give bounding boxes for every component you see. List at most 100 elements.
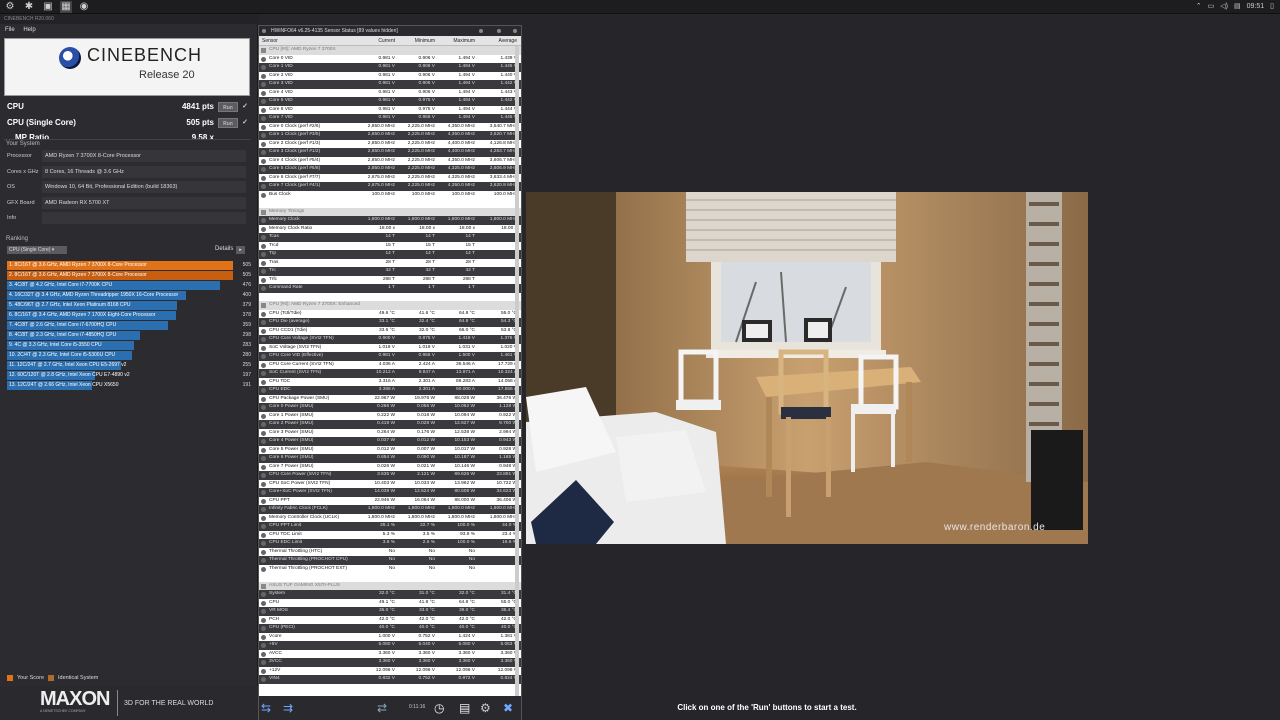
sensor-row[interactable]: Memory Clock Ratio 18.00 x 18.00 x 18.00 x 1… <box>259 225 521 234</box>
sensor-row[interactable]: CPU TDC 3.316 A 2.301 A 86.283 A 14.058 A <box>259 378 521 387</box>
cpu-single-run-button[interactable]: Run <box>218 118 238 128</box>
ranking-row[interactable]: 3. 4C/8T @ 4.2 GHz, Intel Core i7-7700K … <box>7 281 251 290</box>
sensor-row[interactable] <box>259 573 521 582</box>
clock[interactable]: 09:51 <box>1247 1 1265 13</box>
sensor-row[interactable]: CPU Core Current (SVI2 TFN) 4.036 A 2.424 … <box>259 361 521 370</box>
sensor-row[interactable]: Core 2 Power (SMU) 0.419 W 0.028 W 12.627 W… <box>259 420 521 429</box>
sensor-group-header[interactable]: CPU [#0]: AMD Ryzen 7 3700X: Enhanced <box>259 301 521 310</box>
network-reset-icon[interactable]: ⇄ <box>377 701 387 715</box>
sensor-row[interactable]: Core 6 Power (SMU) 0.654 W 0.090 W 10.187 W… <box>259 454 521 463</box>
sensor-row[interactable]: Core 1 Clock (perf #3/5) 2,850.0 MHz 2,225… <box>259 131 521 140</box>
sensor-row[interactable]: Core 5 Clock (perf #6/8) 2,850.0 MHz 2,225… <box>259 165 521 174</box>
scrollbar[interactable] <box>515 46 519 704</box>
sensor-row[interactable]: Thermal Throttling (HTC) No No No <box>259 548 521 557</box>
clock-icon[interactable]: ◷ <box>434 701 444 715</box>
sensor-row[interactable]: CPU Die (average) 33.1 °C 32.4 °C 64.8 °C 54… <box>259 318 521 327</box>
volume-icon[interactable]: ◁) <box>1220 1 1228 13</box>
sensor-row[interactable]: Core 1 Power (SMU) 0.222 W 0.018 W 10.094 W… <box>259 412 521 421</box>
sensor-row[interactable]: Memory Clock 1,800.0 MHz 1,800.0 MHz 1,800.… <box>259 216 521 225</box>
sensor-row[interactable]: Core 0 Power (SMU) 0.266 W 0.056 W 10.062 W… <box>259 403 521 412</box>
sensor-row[interactable]: CPU 49.1 °C 41.8 °C 64.8 °C 55.0 °C <box>259 599 521 608</box>
sensor-row[interactable]: CPU PPT Limit 26.1 % 22.7 % 100.0 % 44.0 % <box>259 522 521 531</box>
sensor-row[interactable]: Core 3 Power (SMU) 0.264 W 0.176 W 12.538 W… <box>259 429 521 438</box>
col-minimum[interactable]: Minimum <box>399 36 435 46</box>
sensor-row[interactable]: Memory Controller Clock (UCLK) 1,800.0 MH… <box>259 514 521 523</box>
arrow-left-right-icon[interactable]: ⇆ <box>261 701 271 715</box>
sensor-row[interactable]: Core 3 Clock (perf #1/2) 2,850.0 MHz 2,225… <box>259 148 521 157</box>
sensor-row[interactable]: SoC Current (SVI2 TFN) 10.212 A 9.847 A 13.… <box>259 369 521 378</box>
sensor-row[interactable]: Tcas 14 T 14 T 14 T <box>259 233 521 242</box>
hwinfo-task-icon[interactable]: ◉ <box>78 1 90 13</box>
keyboard-icon[interactable]: ▤ <box>1234 1 1241 13</box>
sensor-group-header[interactable]: ASUS TUF GAMING X570-PLUS <box>259 581 521 590</box>
sensor-row[interactable]: Core 1 VID 0.981 V 0.906 V 1.494 V 1.445 V <box>259 63 521 72</box>
sensor-row[interactable]: PCH 42.0 °C 42.0 °C 42.0 °C 42.0 °C <box>259 616 521 625</box>
sensor-row[interactable]: Core 6 VID 0.981 V 0.975 V 1.494 V 1.444 V <box>259 106 521 115</box>
details-label[interactable]: Details <box>215 246 233 252</box>
col-current[interactable]: Current <box>357 36 395 46</box>
sensor-row[interactable]: Core 0 VID 0.981 V 0.906 V 1.494 V 1.439 V <box>259 55 521 64</box>
sensor-row[interactable]: Core 6 Clock (perf #7/7) 2,675.0 MHz 2,225… <box>259 174 521 183</box>
col-sensor[interactable]: Sensor <box>262 36 278 46</box>
notification-icon[interactable]: ▯ <box>1270 1 1274 13</box>
sensor-row[interactable]: CPU Core VID (Effective) 0.981 V 0.956 V 1.… <box>259 352 521 361</box>
maximize-icon[interactable] <box>497 29 501 33</box>
sensor-row[interactable]: SoC Voltage (SVI2 TFN) 1.019 V 1.019 V 1.03… <box>259 344 521 353</box>
sensor-row[interactable]: 3VCC 3.360 V 3.360 V 3.360 V 3.360 V <box>259 658 521 667</box>
sensor-row[interactable]: Core 7 VID 0.981 V 0.956 V 1.494 V 1.445 V <box>259 114 521 123</box>
sensor-row[interactable]: Tras 28 T 28 T 28 T <box>259 259 521 268</box>
sensor-row[interactable]: Bus Clock 100.0 MHz 100.0 MHz 100.0 MHz 100.… <box>259 191 521 200</box>
sensor-row[interactable]: Core 4 Power (SMU) 0.037 W 0.012 W 10.153 W… <box>259 437 521 446</box>
col-average[interactable]: Average <box>479 36 517 46</box>
details-icon[interactable]: ▸ <box>236 246 245 254</box>
ranking-row[interactable]: 8. 4C/8T @ 2.3 GHz, Intel Core i7-4850HQ… <box>7 331 251 340</box>
sensor-row[interactable]: Core 4 Clock (perf #5/4) 2,850.0 MHz 2,225… <box>259 157 521 166</box>
sensor-row[interactable]: CPU PPT 22.946 W 16.084 W 88.000 W 36.406 W <box>259 497 521 506</box>
ranking-row[interactable]: 5. 48C/96T @ 2.7 GHz, Intel Xeon Platinu… <box>7 301 251 310</box>
ranking-row[interactable]: 11. 12C/24T @ 2.7 GHz, Intel Xeon CPU E5… <box>7 361 251 370</box>
sensor-group-header[interactable]: Memory Timings <box>259 207 521 216</box>
sensor-row[interactable]: +5V 5.080 V 5.040 V 5.080 V 5.063 V <box>259 641 521 650</box>
sensor-row[interactable]: Core 4 VID 0.981 V 0.906 V 1.494 V 1.443 V <box>259 89 521 98</box>
menu-help[interactable]: Help <box>23 27 35 33</box>
sensor-row[interactable]: Core 5 VID 0.981 V 0.975 V 1.494 V 1.442 V <box>259 97 521 106</box>
sensor-row[interactable]: VR MOS 35.0 °C 33.0 °C 39.0 °C 35.4 °C <box>259 607 521 616</box>
ranking-row[interactable]: 10. 2C/4T @ 2.3 GHz, Intel Core i5-5300U… <box>7 351 251 360</box>
sensor-row[interactable]: CPU SoC Power (SVI2 TFN) 10.403 W 10.033 W… <box>259 480 521 489</box>
sensor-row[interactable]: Trc 42 T 42 T 42 T <box>259 267 521 276</box>
cinebench-task-icon[interactable]: ▦ <box>60 1 72 13</box>
col-maximum[interactable]: Maximum <box>439 36 475 46</box>
sensor-row[interactable]: Core 3 VID 0.981 V 0.906 V 1.494 V 1.442 V <box>259 80 521 89</box>
sensor-row[interactable]: CPU EDC Limit 3.8 % 2.5 % 100.0 % 19.6 % <box>259 539 521 548</box>
sensor-row[interactable]: Vcore 1.000 V 0.752 V 1.424 V 1.381 V <box>259 633 521 642</box>
chevron-up-icon[interactable]: ⌃ <box>1196 1 1202 13</box>
ranking-row[interactable]: 7. 4C/8T @ 2.6 GHz, Intel Core i7-6700HQ… <box>7 321 251 330</box>
sensor-row[interactable]: VIN4 0.832 V 0.752 V 0.872 V 0.824 V <box>259 675 521 684</box>
sensor-row[interactable]: CPU Package Power (SMU) 22.967 W 19.976 W 8… <box>259 395 521 404</box>
sensor-row[interactable]: CPU Core Voltage (SVI2 TFN) 0.900 V 0.875 … <box>259 335 521 344</box>
ranking-row[interactable]: 12. 60C/120T @ 2.8 GHz, Intel Xeon CPU E… <box>7 371 251 380</box>
report-icon[interactable]: ▤ <box>459 701 470 715</box>
ranking-dropdown[interactable]: CPU (Single Core) ▾ <box>7 246 67 254</box>
settings-icon[interactable]: ✱ <box>23 1 35 13</box>
ranking-row[interactable]: 2. 8C/16T @ 3.6 GHz, AMD Ryzen 7 3700X 8… <box>7 271 251 280</box>
sensor-row[interactable]: Infinity Fabric Clock (FCLK) 1,800.0 MHz 1… <box>259 505 521 514</box>
close-sensors-icon[interactable]: ✖ <box>503 701 513 715</box>
sensor-row[interactable]: AVCC 3.360 V 3.360 V 3.360 V 3.360 V <box>259 650 521 659</box>
sensor-row[interactable]: +12V 12.096 V 12.096 V 12.096 V 12.096 V <box>259 667 521 676</box>
sensor-row[interactable]: Thermal Throttling (PROCHOT CPU) No No No <box>259 556 521 565</box>
sensor-row[interactable]: CPU CCD1 (Tdie) 33.6 °C 32.0 °C 66.0 °C 53.8… <box>259 327 521 336</box>
sensor-row[interactable] <box>259 199 521 208</box>
sensor-row[interactable]: CPU (Tctl/Tdie) 49.6 °C 41.6 °C 64.8 °C 55.0… <box>259 310 521 319</box>
menu-file[interactable]: File <box>5 27 15 33</box>
sensor-row[interactable]: Trcd 15 T 15 T 15 T <box>259 242 521 251</box>
sensor-row[interactable]: Core 0 Clock (perf #2/6) 2,850.0 MHz 2,225… <box>259 123 521 132</box>
ranking-row[interactable]: 4. 16C/32T @ 3.4 GHz, AMD Ryzen Threadri… <box>7 291 251 300</box>
ranking-row[interactable]: 1. 8C/16T @ 3.6 GHz, AMD Ryzen 7 3700X 8… <box>7 261 251 270</box>
sensor-row[interactable]: Core 2 Clock (perf #1/3) 2,850.0 MHz 2,225… <box>259 140 521 149</box>
sensor-row[interactable] <box>259 293 521 302</box>
network-icon[interactable]: ▭ <box>1208 1 1215 13</box>
sensor-row[interactable]: Command Rate 1 T 1 T 1 T <box>259 284 521 293</box>
app-icon[interactable]: ⚙ <box>4 1 16 13</box>
sensor-row[interactable]: CPU (PECI) 40.0 °C 40.0 °C 40.0 °C 40.0 °C <box>259 624 521 633</box>
